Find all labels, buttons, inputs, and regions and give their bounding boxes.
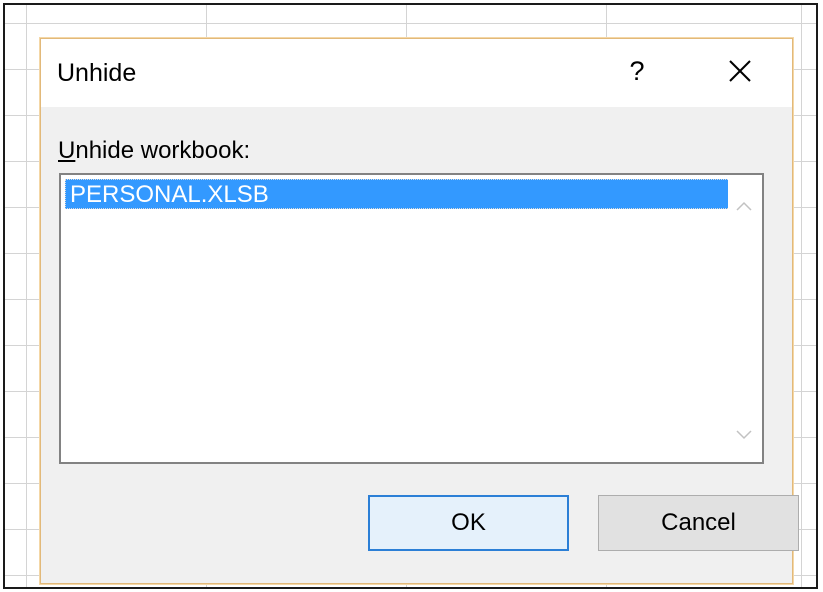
screenshot-frame: Unhide ? Unhide workbook: PERSONAL.XLSB [3,3,818,589]
unhide-dialog: Unhide ? Unhide workbook: PERSONAL.XLSB [40,38,799,584]
dialog-titlebar: Unhide ? [41,39,792,107]
chevron-up-icon [736,198,752,216]
workbook-listbox[interactable]: PERSONAL.XLSB [59,173,764,464]
chevron-down-icon [736,427,752,445]
help-button[interactable]: ? [619,53,655,89]
scroll-up-button[interactable] [728,187,760,227]
close-icon [717,51,761,91]
cancel-button[interactable]: Cancel [598,495,799,551]
scroll-down-button[interactable] [728,416,760,456]
dialog-title: Unhide [57,59,137,87]
close-button[interactable] [717,51,761,91]
listbox-scrollbar[interactable] [728,177,760,460]
ok-button[interactable]: OK [368,495,569,551]
list-item[interactable]: PERSONAL.XLSB [65,179,748,209]
unhide-workbook-label: Unhide workbook: [58,137,251,164]
